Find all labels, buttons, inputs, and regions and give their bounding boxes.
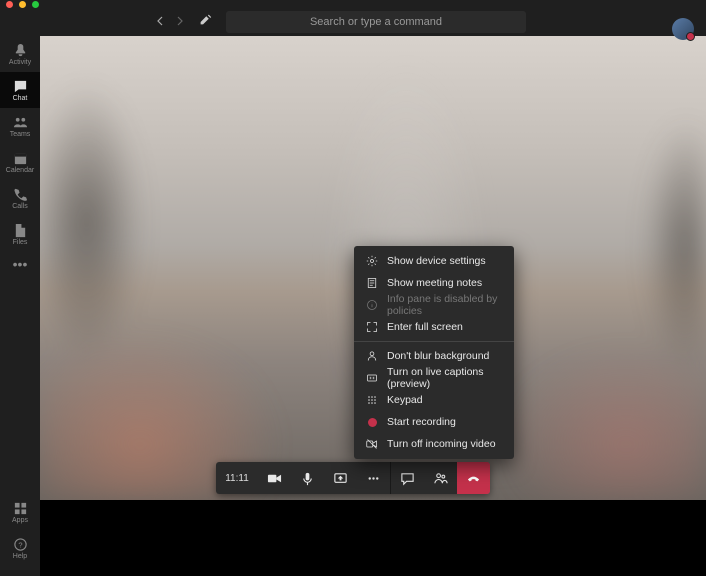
info-icon xyxy=(366,299,378,311)
nav-forward-button[interactable] xyxy=(175,13,185,31)
more-actions-button[interactable] xyxy=(357,462,390,494)
search-input[interactable]: Search or type a command xyxy=(226,11,526,33)
rail-label: Calls xyxy=(12,203,28,210)
titlebar: Search or type a command xyxy=(0,8,706,36)
menu-label: Show device settings xyxy=(387,255,486,267)
rail-calls[interactable]: Calls xyxy=(0,180,40,216)
menu-label: Don't blur background xyxy=(387,350,489,362)
share-screen-button[interactable] xyxy=(324,462,357,494)
rail-label: Help xyxy=(13,553,27,560)
mic-toggle-button[interactable] xyxy=(291,462,324,494)
window-controls xyxy=(0,0,45,8)
gear-icon xyxy=(366,255,378,267)
presence-badge xyxy=(686,32,695,41)
nav-back-button[interactable] xyxy=(155,13,165,31)
menu-blur-background[interactable]: Don't blur background xyxy=(354,345,514,367)
rail-more-button[interactable]: ••• xyxy=(13,256,28,272)
rail-activity[interactable]: Activity xyxy=(0,36,40,72)
svg-text:?: ? xyxy=(18,540,22,549)
chat-panel-button[interactable] xyxy=(391,462,424,494)
rail-apps[interactable]: Apps xyxy=(0,494,40,530)
menu-label: Show meeting notes xyxy=(387,277,482,289)
rail-label: Calendar xyxy=(6,167,34,174)
search-placeholder: Search or type a command xyxy=(310,16,442,28)
menu-label: Start recording xyxy=(387,416,456,428)
notes-icon xyxy=(366,277,378,289)
compose-icon[interactable] xyxy=(199,13,212,31)
fullscreen-icon xyxy=(366,321,378,333)
video-letterbox xyxy=(40,500,706,576)
call-duration: 11:11 xyxy=(216,462,258,494)
menu-fullscreen[interactable]: Enter full screen xyxy=(354,316,514,338)
user-avatar[interactable] xyxy=(672,18,694,40)
menu-label: Enter full screen xyxy=(387,321,463,333)
close-window-button[interactable] xyxy=(6,1,13,8)
menu-separator xyxy=(354,341,514,342)
rail-label: Activity xyxy=(9,59,31,66)
menu-start-recording[interactable]: Start recording xyxy=(354,411,514,433)
menu-live-captions[interactable]: Turn on live captions (preview) xyxy=(354,367,514,389)
participants-button[interactable] xyxy=(424,462,457,494)
video-off-icon xyxy=(366,438,378,450)
menu-device-settings[interactable]: Show device settings xyxy=(354,250,514,272)
menu-incoming-video[interactable]: Turn off incoming video xyxy=(354,433,514,455)
rail-label: Apps xyxy=(12,517,28,524)
more-actions-menu: Show device settings Show meeting notes … xyxy=(354,246,514,459)
minimize-window-button[interactable] xyxy=(19,1,26,8)
menu-meeting-notes[interactable]: Show meeting notes xyxy=(354,272,514,294)
menu-label: Info pane is disabled by policies xyxy=(387,293,502,317)
rail-label: Chat xyxy=(13,95,28,102)
menu-label: Turn on live captions (preview) xyxy=(387,366,502,390)
rail-calendar[interactable]: Calendar xyxy=(0,144,40,180)
call-control-bar: 11:11 xyxy=(216,462,490,494)
rail-chat[interactable]: Chat xyxy=(0,72,40,108)
app-rail: Activity Chat Teams Calendar Calls Files… xyxy=(0,36,40,576)
rail-label: Teams xyxy=(10,131,31,138)
captions-icon xyxy=(366,372,378,384)
keypad-icon xyxy=(366,394,378,406)
menu-label: Keypad xyxy=(387,394,423,406)
menu-info-pane-disabled: Info pane is disabled by policies xyxy=(354,294,514,316)
record-icon xyxy=(366,416,378,428)
rail-files[interactable]: Files xyxy=(0,216,40,252)
hang-up-button[interactable] xyxy=(457,462,490,494)
rail-teams[interactable]: Teams xyxy=(0,108,40,144)
menu-keypad[interactable]: Keypad xyxy=(354,389,514,411)
maximize-window-button[interactable] xyxy=(32,1,39,8)
rail-label: Files xyxy=(13,239,28,246)
person-blur-icon xyxy=(366,350,378,362)
rail-help[interactable]: ? Help xyxy=(0,530,40,566)
menu-label: Turn off incoming video xyxy=(387,438,496,450)
camera-toggle-button[interactable] xyxy=(258,462,291,494)
